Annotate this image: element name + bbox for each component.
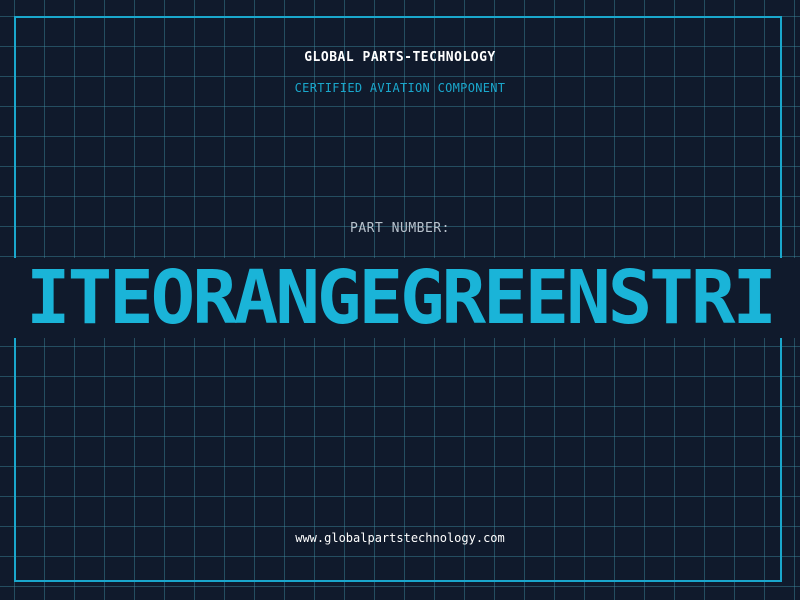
part-number-band: ITEORANGEGREENSTRI xyxy=(0,258,800,338)
website-url: www.globalpartstechnology.com xyxy=(295,531,505,545)
part-number-label: PART NUMBER: xyxy=(350,221,450,236)
part-number-value: ITEORANGEGREENSTRI xyxy=(26,258,777,338)
certificate-card: GLOBAL PARTS-TECHNOLOGY CERTIFIED AVIATI… xyxy=(0,0,800,600)
certification-subtitle: CERTIFIED AVIATION COMPONENT xyxy=(294,81,506,95)
company-name: GLOBAL PARTS-TECHNOLOGY xyxy=(304,50,496,65)
